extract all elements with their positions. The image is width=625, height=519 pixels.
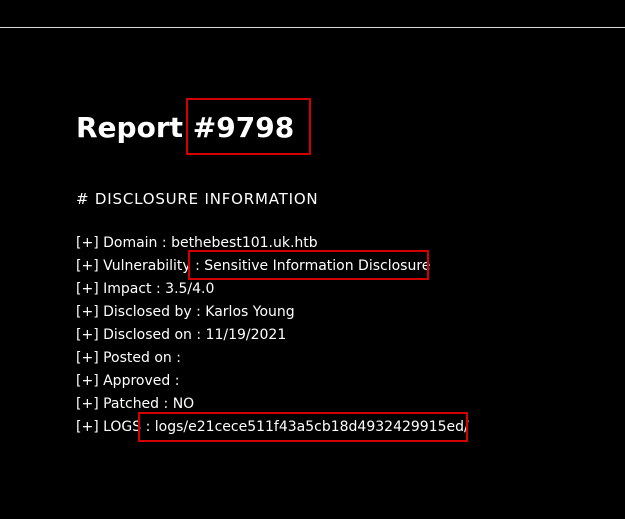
info-separator: : — [159, 396, 173, 412]
info-label: LOGS — [103, 419, 142, 435]
info-separator: : — [157, 235, 172, 251]
info-item-patched: [+] Patched : NO — [76, 393, 469, 416]
bullet-marker: [+] — [76, 258, 99, 274]
info-value: 11/19/2021 — [205, 327, 287, 343]
bullet-marker: [+] — [76, 235, 99, 251]
bullet-marker: [+] — [76, 396, 99, 412]
info-label: Vulnerability — [103, 258, 191, 274]
info-value: Karlos Young — [205, 304, 295, 320]
bullet-marker: [+] — [76, 419, 99, 435]
bullet-marker: [+] — [76, 350, 99, 366]
info-label: Disclosed by — [103, 304, 192, 320]
info-label: Impact — [103, 281, 152, 297]
info-item-disclosed-by: [+] Disclosed by : Karlos Young — [76, 301, 469, 324]
info-separator: : — [151, 281, 166, 297]
info-value: bethebest101.uk.htb — [171, 235, 318, 251]
info-value: Sensitive Information Disclosure — [204, 258, 431, 274]
section-heading: # DISCLOSURE INFORMATION — [76, 190, 319, 208]
info-label: Approved — [103, 373, 171, 389]
info-separator: : — [141, 419, 155, 435]
info-label: Domain — [103, 235, 158, 251]
info-separator: : — [191, 304, 206, 320]
info-separator: : — [170, 373, 180, 389]
logs-path: logs/e21cece511f43a5cb18d4932429915ed/ — [154, 419, 469, 435]
info-item-disclosed-on: [+] Disclosed on : 11/19/2021 — [76, 324, 469, 347]
info-value: 3.5/4.0 — [165, 281, 215, 297]
info-item-impact: [+] Impact : 3.5/4.0 — [76, 278, 469, 301]
info-label: Patched — [103, 396, 160, 412]
page-title: Report #9798 — [76, 110, 294, 146]
report-title-prefix: Report — [76, 111, 184, 144]
bullet-marker: [+] — [76, 327, 99, 343]
info-item-approved: [+] Approved : — [76, 370, 469, 393]
bullet-marker: [+] — [76, 281, 99, 297]
info-item-vulnerability: [+] Vulnerability : Sensitive Informatio… — [76, 255, 469, 278]
bullet-marker: [+] — [76, 373, 99, 389]
info-label: Posted on — [103, 350, 172, 366]
info-separator: : — [191, 327, 206, 343]
info-label: Disclosed on — [103, 327, 192, 343]
info-item-domain: [+] Domain : bethebest101.uk.htb — [76, 232, 469, 255]
bullet-marker: [+] — [76, 304, 99, 320]
info-separator: : — [190, 258, 205, 274]
info-item-posted-on: [+] Posted on : — [76, 347, 469, 370]
disclosure-info-list: [+] Domain : bethebest101.uk.htb [+] Vul… — [76, 232, 469, 439]
report-id: #9798 — [192, 111, 295, 144]
info-value: NO — [172, 396, 195, 412]
info-item-logs: [+] LOGS : logs/e21cece511f43a5cb18d4932… — [76, 416, 469, 439]
top-divider — [0, 27, 625, 28]
info-separator: : — [171, 350, 181, 366]
